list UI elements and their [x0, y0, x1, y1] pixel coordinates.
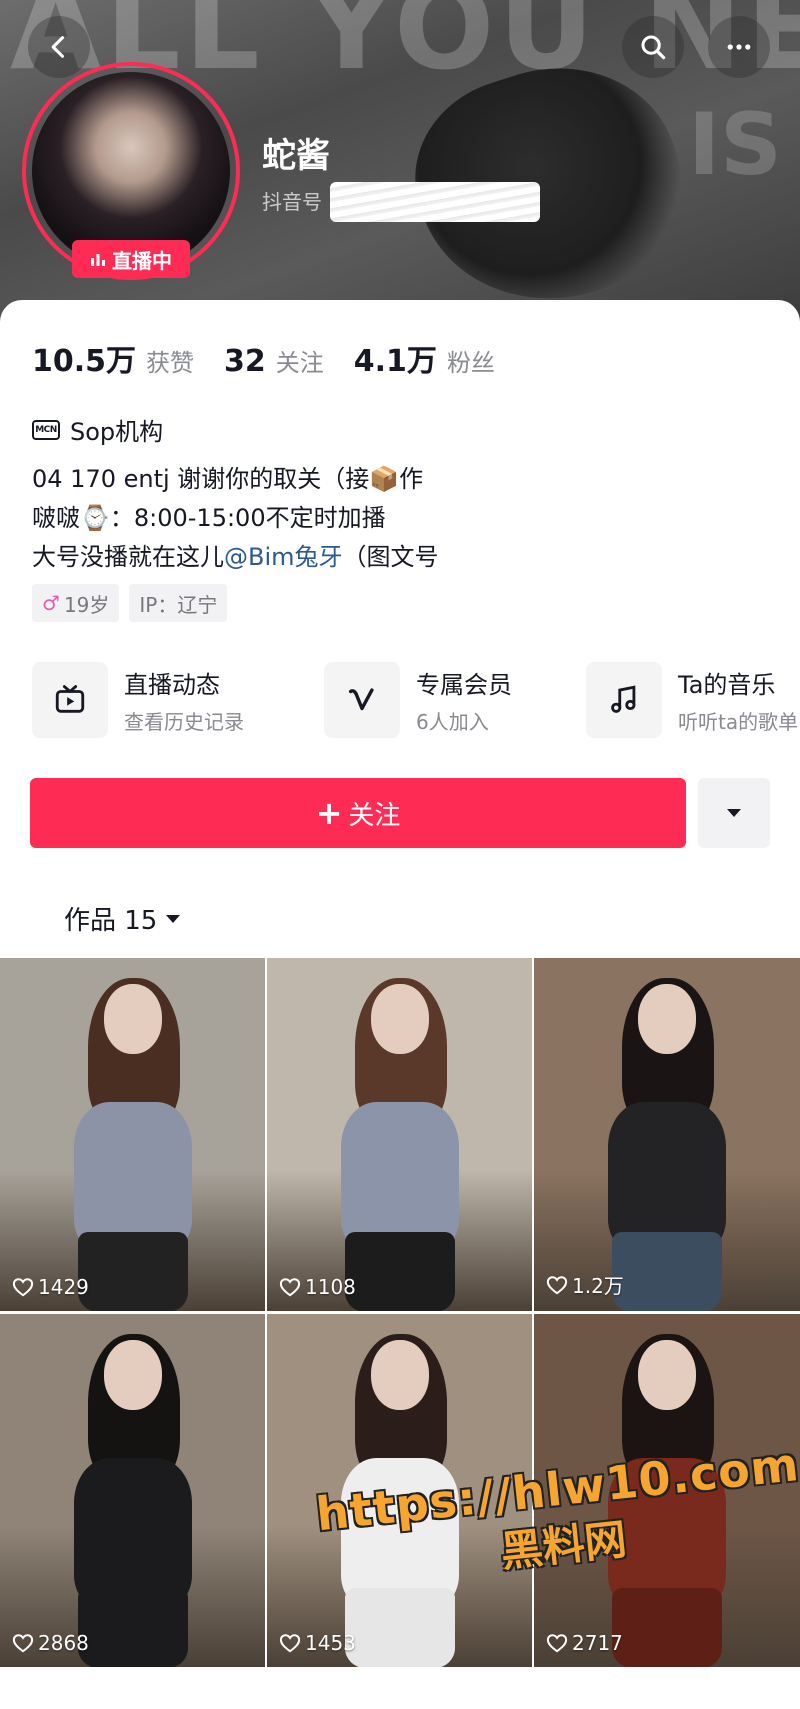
back-button[interactable] [28, 16, 90, 78]
more-icon [727, 44, 751, 50]
bio-text: （图文号 [342, 543, 439, 571]
stat-number: 32 [224, 344, 266, 379]
works-grid: 1429 1108 1.2万 2868 1453 2717 [0, 958, 800, 1709]
bio-line: 大号没播就在这儿@Bim兔牙（图文号 [32, 538, 439, 577]
profile-cover: ALL YOU NEED IS 直播中 蛇酱 抖音号 [0, 0, 800, 330]
music-icon [586, 662, 662, 738]
feature-row: 直播动态 查看历史记录 专属会员 6人加入 Ta的音乐 听听ta的歌单 [32, 662, 800, 742]
video-tile[interactable]: 2868 [0, 1314, 265, 1667]
mcn-icon: MCN [32, 419, 60, 440]
follow-button[interactable]: + 关注 [30, 778, 686, 848]
heart-icon [279, 1278, 301, 1297]
chevron-left-icon [51, 36, 65, 58]
feature-live-history[interactable]: 直播动态 查看历史记录 [32, 662, 244, 738]
works-tab-label: 作品 15 [64, 906, 158, 936]
mcn-label: Sop机构 [70, 418, 164, 446]
feature-title: Ta的音乐 [678, 671, 776, 699]
plus-icon: + [315, 794, 343, 832]
heart-icon [279, 1634, 301, 1653]
stat-following[interactable]: 32 关注 [224, 343, 324, 379]
stat-likes[interactable]: 10.5万 获赞 [32, 336, 194, 380]
caret-down-icon [727, 809, 741, 817]
cover-text-secondary: IS [688, 95, 782, 195]
likes-value: 1108 [305, 1275, 356, 1299]
live-bars-icon [91, 254, 105, 266]
likes-count: 2868 [12, 1631, 89, 1655]
feature-membership[interactable]: 专属会员 6人加入 [324, 662, 512, 738]
live-badge-label: 直播中 [112, 248, 172, 273]
recommend-dropdown-button[interactable] [698, 778, 770, 848]
heart-icon [546, 1634, 568, 1653]
douyin-id-label: 抖音号 [262, 190, 322, 214]
stat-label: 获赞 [146, 349, 195, 377]
stat-label: 关注 [275, 349, 324, 377]
ip-label: IP：辽宁 [139, 592, 218, 617]
likes-value: 1429 [38, 1275, 89, 1299]
redacted-id [330, 182, 540, 222]
likes-value: 2868 [38, 1631, 89, 1655]
video-thumbnail [58, 1334, 208, 1667]
feature-title: 专属会员 [416, 671, 512, 699]
more-button[interactable] [708, 16, 770, 78]
video-tile[interactable]: 1.2万 [534, 958, 800, 1311]
feature-subtitle: 6人加入 [416, 710, 489, 734]
live-badge[interactable]: 直播中 [72, 240, 190, 278]
video-thumbnail [58, 978, 208, 1311]
gender-icon: ♂ [42, 591, 60, 615]
bio-text: 大号没播就在这儿 [32, 543, 224, 571]
bio: 04 170 entj 谢谢你的取关（接📦作 啵啵⌚：8:00-15:00不定时… [32, 460, 439, 577]
stats-row: 10.5万 获赞 32 关注 4.1万 粉丝 [32, 336, 495, 380]
mention-link[interactable]: @Bim兔牙 [224, 543, 343, 571]
feature-music[interactable]: Ta的音乐 听听ta的歌单 [586, 662, 798, 738]
tab-works[interactable]: 作品 15 [64, 900, 181, 937]
likes-value: 1453 [305, 1631, 356, 1655]
likes-count: 1429 [12, 1275, 89, 1299]
bio-line: 04 170 entj 谢谢你的取关（接📦作 [32, 465, 424, 493]
mcn-agency[interactable]: MCN Sop机构 [32, 412, 163, 447]
tv-icon [32, 662, 108, 738]
stat-label: 粉丝 [446, 349, 495, 377]
follow-label: 关注 [348, 800, 401, 831]
video-tile[interactable]: 1429 [0, 958, 265, 1311]
likes-value: 2717 [572, 1631, 623, 1655]
stat-followers[interactable]: 4.1万 粉丝 [354, 336, 495, 380]
video-tile[interactable]: 1108 [267, 958, 532, 1311]
feature-title: 直播动态 [124, 671, 220, 699]
age-label: 19岁 [63, 592, 110, 617]
heart-icon [546, 1275, 568, 1294]
heart-icon [12, 1278, 34, 1297]
caret-down-icon [166, 914, 181, 923]
v-icon [324, 662, 400, 738]
likes-count: 2717 [546, 1631, 623, 1655]
stat-number: 10.5万 [32, 344, 137, 379]
video-thumbnail [592, 978, 742, 1311]
search-button[interactable] [622, 16, 684, 78]
likes-value: 1.2万 [572, 1274, 624, 1298]
likes-count: 1108 [279, 1275, 356, 1299]
video-thumbnail [325, 978, 475, 1311]
heart-icon [12, 1634, 34, 1653]
profile-tags: ♂ 19岁 IP：辽宁 [32, 584, 228, 622]
likes-count: 1453 [279, 1631, 356, 1655]
feature-subtitle: 听听ta的歌单 [678, 710, 799, 734]
ip-tag: IP：辽宁 [129, 584, 228, 622]
likes-count: 1.2万 [546, 1270, 624, 1299]
bio-line: 啵啵⌚：8:00-15:00不定时加播 [32, 504, 386, 532]
search-icon [641, 35, 666, 60]
stat-number: 4.1万 [353, 344, 437, 379]
age-tag: ♂ 19岁 [32, 584, 120, 622]
feature-subtitle: 查看历史记录 [124, 710, 244, 734]
username: 蛇酱 [262, 136, 330, 176]
